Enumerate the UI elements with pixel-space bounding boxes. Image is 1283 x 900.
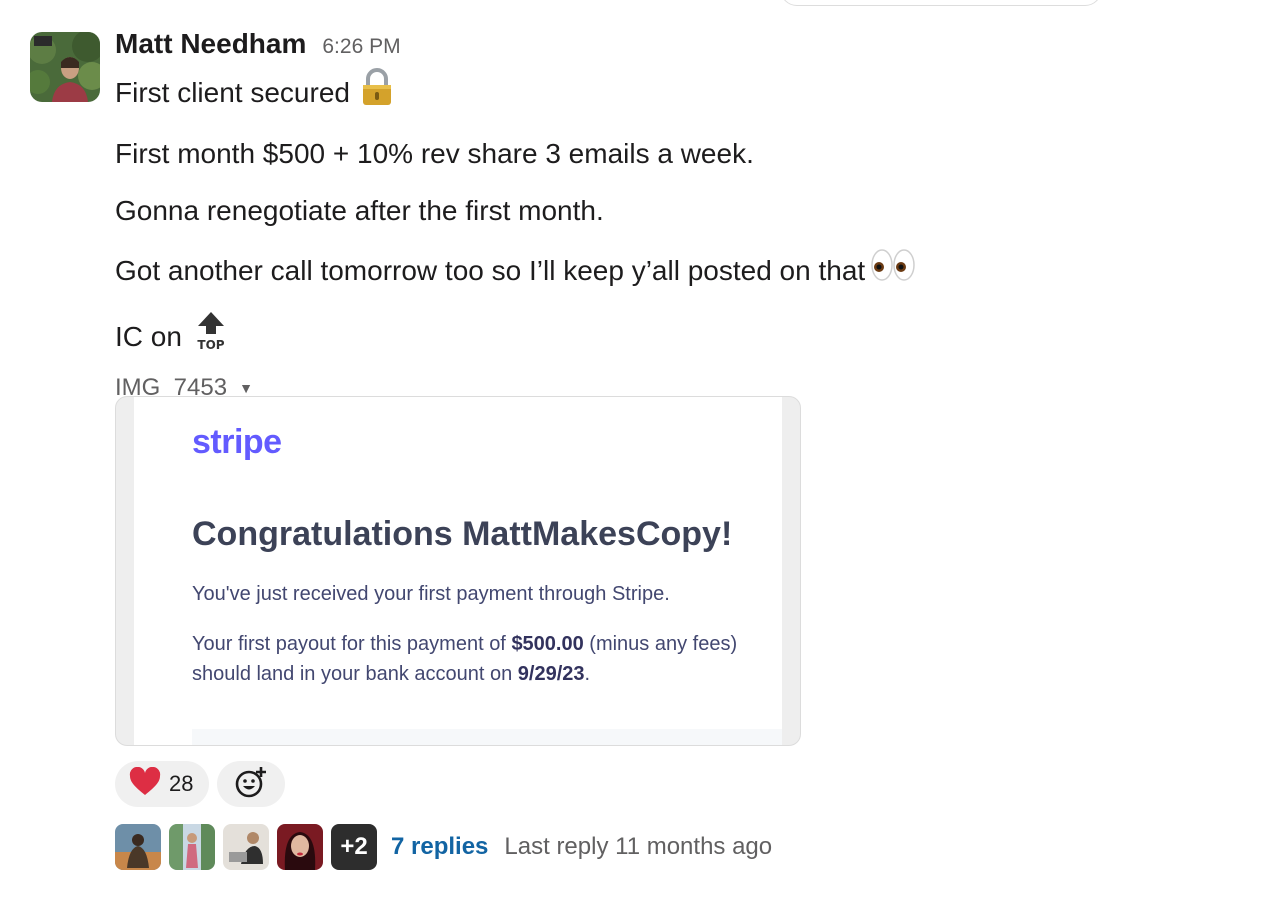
message-line: IC on TOP [115, 310, 1263, 363]
reaction-heart[interactable]: 28 [115, 761, 210, 807]
message-line: Got another call tomorrow too so I’ll ke… [115, 248, 1263, 293]
heart-icon [129, 766, 161, 802]
message-line: First month $500 + 10% rev share 3 email… [115, 134, 1263, 174]
message-content: Matt Needham 6:26 PM First client secure… [115, 28, 1263, 870]
stripe-logo: stripe [192, 423, 282, 461]
chevron-down-icon[interactable]: ▼ [239, 380, 253, 396]
email-paragraph: You've just received your first payment … [192, 583, 670, 605]
message-timestamp[interactable]: 6:26 PM [322, 35, 400, 59]
svg-text:TOP: TOP [197, 338, 224, 352]
message-line: Gonna renegotiate after the first month. [115, 191, 1263, 231]
message-text: Got another call tomorrow too so I’ll ke… [115, 254, 866, 286]
email-preview: stripe Congratulations MattMakesCopy! Yo… [134, 397, 782, 745]
reply-avatar[interactable] [277, 824, 323, 870]
reply-avatar[interactable] [223, 824, 269, 870]
last-reply-time: Last reply 11 months ago [504, 833, 773, 860]
image-attachment[interactable]: stripe Congratulations MattMakesCopy! Yo… [115, 396, 801, 746]
add-reaction-icon [234, 765, 268, 804]
payout-amount: $500.00 [511, 633, 584, 655]
message-header: Matt Needham 6:26 PM [115, 28, 1263, 68]
message-text: First month $500 + 10% rev share 3 email… [115, 138, 754, 169]
payout-date: 9/29/23 [517, 663, 585, 685]
jump-to-recent-pill[interactable] [780, 0, 1102, 6]
email-title: Congratulations MattMakesCopy! [192, 515, 733, 553]
lock-icon [360, 68, 394, 117]
author-avatar[interactable] [30, 32, 100, 102]
eyes-icon [871, 248, 915, 293]
reactions-bar: 28 [115, 761, 286, 807]
message-text: IC on [115, 320, 182, 352]
more-repliers[interactable]: +2 [331, 824, 377, 870]
replies-link[interactable]: 7 replies [391, 833, 488, 861]
top-arrow-icon: TOP [194, 310, 228, 363]
message-text: Gonna renegotiate after the first month. [115, 195, 604, 226]
message-text: First client secured [115, 76, 350, 108]
reply-avatar[interactable] [169, 824, 215, 870]
email-footer-bar [192, 729, 782, 745]
email-text: Your first payout for this payment of [192, 633, 512, 655]
message-line: First client secured [115, 68, 1263, 117]
reaction-count: 28 [169, 771, 194, 796]
add-reaction-button[interactable] [217, 761, 286, 807]
email-paragraph: Your first payout for this payment of $5… [192, 629, 782, 689]
email-text: . [584, 663, 591, 685]
reply-avatar[interactable] [115, 824, 161, 870]
thread-summary: +2 7 replies Last reply 11 months ago [115, 824, 772, 870]
author-name[interactable]: Matt Needham [115, 28, 306, 60]
